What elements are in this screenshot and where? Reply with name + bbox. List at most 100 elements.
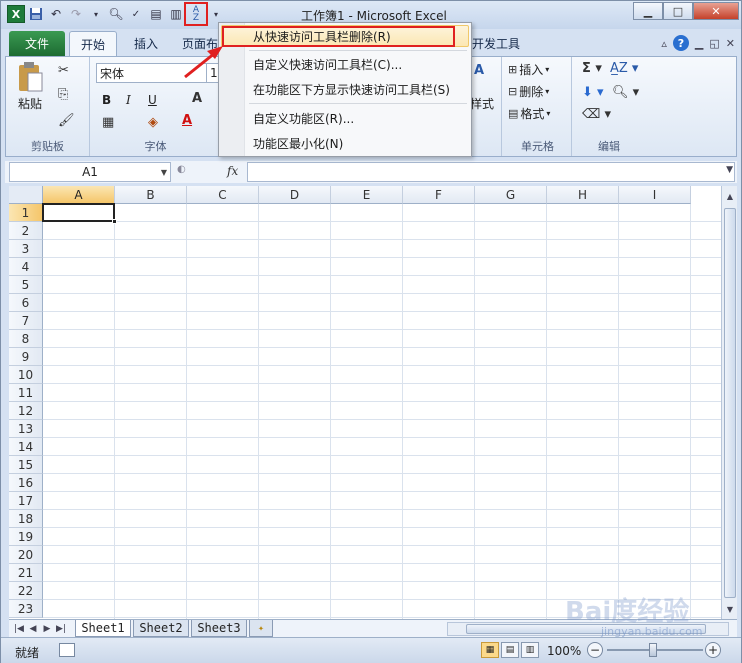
doc-close-icon[interactable]: ✕ <box>726 37 735 50</box>
redo-icon[interactable]: ↷ <box>67 5 85 23</box>
italic-button[interactable]: I <box>126 93 131 107</box>
select-all-corner[interactable] <box>9 186 43 204</box>
format-cells-button[interactable]: ▤ 格式 ▾ <box>508 105 550 122</box>
fill-icon[interactable]: ⬇ ▾ <box>582 85 604 100</box>
help-icon[interactable]: ? <box>672 35 689 51</box>
insert-cells-button[interactable]: ⊞ 插入 ▾ <box>508 61 549 78</box>
ribbon-collapse-icon[interactable]: ▵ <box>661 37 667 50</box>
row-header-5[interactable]: 5 <box>9 276 43 294</box>
zoom-in-icon[interactable]: + <box>705 642 721 658</box>
spelling-icon[interactable]: ✓ <box>127 5 145 23</box>
sort-az-icon[interactable]: AZ <box>184 2 208 26</box>
maximize-button[interactable]: □ <box>663 2 693 20</box>
bold-button[interactable]: B <box>102 93 111 107</box>
prev-sheet-icon[interactable]: ◀ <box>27 622 39 636</box>
scroll-down-icon[interactable]: ▼ <box>722 601 738 617</box>
column-header-h[interactable]: H <box>547 186 619 204</box>
row-header-18[interactable]: 18 <box>9 510 43 528</box>
quick-print-icon[interactable]: ▤ <box>147 5 165 23</box>
scroll-up-icon[interactable]: ▲ <box>722 188 738 204</box>
tab-home[interactable]: 开始 <box>69 31 117 56</box>
font-color-icon[interactable]: A <box>182 113 192 128</box>
page-layout-view-icon[interactable]: ▤ <box>501 642 519 658</box>
row-header-1[interactable]: 1 <box>9 204 43 222</box>
first-sheet-icon[interactable]: |◀ <box>13 622 25 636</box>
row-header-15[interactable]: 15 <box>9 456 43 474</box>
next-sheet-icon[interactable]: ▶ <box>41 622 53 636</box>
menu-minimize-ribbon[interactable]: 功能区最小化(N) <box>253 133 343 153</box>
tab-developer[interactable]: 开发工具 <box>467 31 525 56</box>
row-header-13[interactable]: 13 <box>9 420 43 438</box>
row-header-12[interactable]: 12 <box>9 402 43 420</box>
fill-color-icon[interactable]: ◈ <box>148 115 158 130</box>
save-icon[interactable] <box>27 5 45 23</box>
row-header-20[interactable]: 20 <box>9 546 43 564</box>
row-header-19[interactable]: 19 <box>9 528 43 546</box>
normal-view-icon[interactable]: ▦ <box>481 642 499 658</box>
column-header-f[interactable]: F <box>403 186 475 204</box>
zoom-out-icon[interactable]: − <box>587 642 603 658</box>
row-header-11[interactable]: 11 <box>9 384 43 402</box>
sheet-tab-sheet3[interactable]: Sheet3 <box>191 620 247 637</box>
tab-page-layout[interactable]: 页面布 <box>177 31 223 56</box>
underline-button[interactable]: U <box>148 93 157 107</box>
autosum-icon[interactable]: Σ ▾ <box>582 61 602 76</box>
find-select-icon[interactable]: 🔍︎ ▾ <box>612 85 639 100</box>
row-header-8[interactable]: 8 <box>9 330 43 348</box>
insert-function-button[interactable]: fx <box>227 164 238 178</box>
row-header-21[interactable]: 21 <box>9 564 43 582</box>
vertical-scroll-thumb[interactable] <box>724 208 736 598</box>
formula-input[interactable] <box>247 162 735 182</box>
row-header-7[interactable]: 7 <box>9 312 43 330</box>
row-header-22[interactable]: 22 <box>9 582 43 600</box>
insert-sheet-button[interactable]: ✦ <box>249 620 273 637</box>
font-name-select[interactable]: 宋体 <box>96 63 208 83</box>
styles-icon[interactable]: A <box>474 63 484 78</box>
print-preview-icon[interactable]: 🔍︎ <box>107 5 125 23</box>
row-header-16[interactable]: 16 <box>9 474 43 492</box>
print-icon[interactable]: ▥ <box>167 5 185 23</box>
row-header-3[interactable]: 3 <box>9 240 43 258</box>
row-header-9[interactable]: 9 <box>9 348 43 366</box>
minimize-button[interactable]: ▁ <box>633 2 663 20</box>
row-header-23[interactable]: 23 <box>9 600 43 618</box>
row-header-2[interactable]: 2 <box>9 222 43 240</box>
sort-filter-icon[interactable]: A̲Z ▾ <box>610 61 638 76</box>
macro-record-icon[interactable] <box>59 643 75 657</box>
close-button[interactable]: ✕ <box>693 2 739 20</box>
zoom-level[interactable]: 100% <box>547 644 581 658</box>
row-header-6[interactable]: 6 <box>9 294 43 312</box>
customize-dropdown-icon[interactable]: ▾ <box>207 5 225 23</box>
sheet-tab-sheet1[interactable]: Sheet1 <box>75 620 131 637</box>
column-header-a[interactable]: A <box>43 186 115 204</box>
row-header-4[interactable]: 4 <box>9 258 43 276</box>
undo-icon[interactable]: ↶ <box>47 5 65 23</box>
doc-minimize-icon[interactable]: ▁ <box>695 37 703 50</box>
border-icon[interactable]: ▦ <box>102 115 114 130</box>
column-header-e[interactable]: E <box>331 186 403 204</box>
expand-formula-icon[interactable]: ▼ <box>726 165 733 175</box>
zoom-slider-thumb[interactable] <box>649 643 657 657</box>
worksheet-grid[interactable]: A B C D E F G H I 1 2 3 4 5 6 7 8 9 10 11 12 13 14 15 16 17 18 19 20… <box>9 186 721 619</box>
delete-cells-button[interactable]: ⊟ 删除 ▾ <box>508 83 549 100</box>
sheet-tab-sheet2[interactable]: Sheet2 <box>133 620 189 637</box>
column-header-g[interactable]: G <box>475 186 547 204</box>
tab-insert[interactable]: 插入 <box>123 31 169 56</box>
doc-restore-icon[interactable]: ◱ <box>709 37 719 50</box>
tab-file[interactable]: 文件 <box>9 31 65 56</box>
column-header-i[interactable]: I <box>619 186 691 204</box>
copy-icon[interactable]: ⎘ <box>58 87 68 102</box>
styles-label[interactable]: 样式 <box>470 95 494 112</box>
column-header-b[interactable]: B <box>115 186 187 204</box>
name-box[interactable]: A1 ▼ <box>9 162 171 182</box>
menu-customize-qat[interactable]: 自定义快速访问工具栏(C)... <box>253 54 402 74</box>
page-break-view-icon[interactable]: ▥ <box>521 642 539 658</box>
row-header-14[interactable]: 14 <box>9 438 43 456</box>
format-painter-icon[interactable]: 🖌︎ <box>58 113 75 128</box>
clear-icon[interactable]: ⌫ ▾ <box>582 107 611 122</box>
customize-qat-icon[interactable]: ▾ <box>87 5 105 23</box>
column-header-d[interactable]: D <box>259 186 331 204</box>
last-sheet-icon[interactable]: ▶| <box>55 622 67 636</box>
vertical-scrollbar[interactable]: ▲ ▼ <box>721 186 737 619</box>
paste-button[interactable]: 粘贴 <box>14 61 46 121</box>
